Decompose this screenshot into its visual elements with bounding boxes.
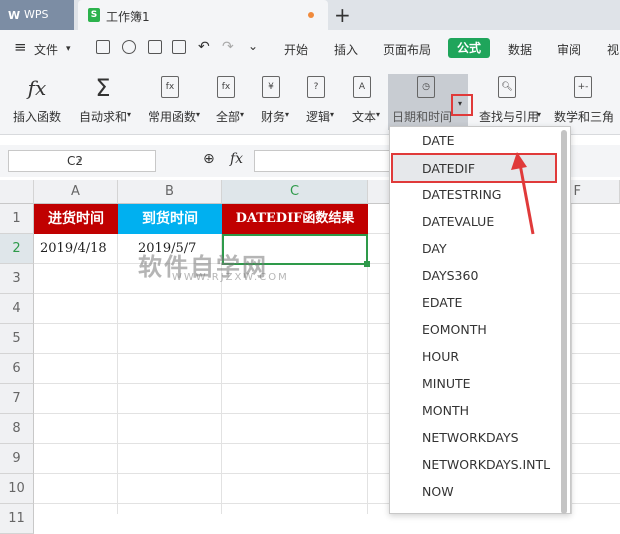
autosum-arrow-icon[interactable]: ▾ [127,110,131,119]
print-icon[interactable] [148,40,162,54]
lookup-label: 查找与引用 [478,110,539,124]
quick-access-more-icon[interactable]: ⌄ [248,39,258,53]
tab-view[interactable]: 视 [607,41,619,58]
column-header-a[interactable]: A [34,180,118,204]
text-arrow-icon[interactable]: ▾ [376,110,380,119]
tab-page-layout[interactable]: 页面布局 [383,41,431,58]
common-functions-button[interactable]: fx 常用函数 [140,68,204,130]
red-pointer-arrow-icon [511,152,535,235]
math-trig-icon: +- [574,76,596,100]
text-functions-icon: A [353,76,375,100]
fx-icon[interactable]: fx [230,151,243,167]
file-dropdown-arrow-icon[interactable]: ▾ [66,44,71,54]
menu-item-now[interactable]: NOW [389,478,557,505]
undo-icon[interactable]: ↶ [198,39,210,55]
print-preview-icon[interactable] [172,40,186,54]
math-trig-button[interactable]: +- 数学和三角 [550,68,620,130]
date-time-dropdown-arrow[interactable]: ▾ [451,94,473,116]
fill-handle[interactable] [364,261,370,267]
column-header-c[interactable]: C [222,180,368,204]
name-box-arrow-icon[interactable]: ▾ [9,156,151,165]
cell-c1[interactable]: DATEDIF函数结果 [222,204,368,234]
tab-insert[interactable]: 插入 [334,41,358,58]
date-time-arrow-icon: ▾ [458,99,463,108]
menu-item-hour[interactable]: HOUR [389,343,557,370]
sigma-icon: Σ [95,74,111,102]
cell-a1[interactable]: 进货时间 [34,204,118,234]
wps-home-tab[interactable]: W WPS [0,0,74,30]
name-box[interactable]: C2 ▾ [8,150,156,172]
row-header-6[interactable]: 6 [0,354,34,384]
common-functions-label: 常用函数 [147,110,196,124]
spreadsheet-icon: S [88,8,100,22]
row-header-1[interactable]: 1 [0,204,34,234]
row-header-3[interactable]: 3 [0,264,34,294]
lookup-arrow-icon[interactable]: ▾ [537,110,541,119]
lookup-icon: 🔍︎ [498,76,520,100]
all-functions-icon: fx [217,76,239,100]
menu-scrollbar[interactable] [561,130,567,514]
math-trig-label: 数学和三角 [554,110,615,124]
watermark-url: WWW.RJZXW.COM [172,272,289,283]
row-header-5[interactable]: 5 [0,324,34,354]
lookup-button[interactable]: 🔍︎ 查找与引用 [474,68,544,130]
fx-icon: fx [27,76,47,100]
document-tab-label: 工作簿1 [106,10,150,24]
autosum-label: 自动求和 [78,110,127,124]
tab-formula[interactable]: 公式 [448,38,490,58]
select-all-corner[interactable] [0,180,34,204]
financial-icon: ¥ [262,76,284,100]
logical-button[interactable]: ? 逻辑 [298,68,338,130]
text-functions-button[interactable]: A 文本 [344,68,384,130]
row-header-11[interactable]: 11 [0,504,34,534]
wps-logo-icon: W [8,9,21,22]
clock-icon: ◷ [417,76,439,100]
gridline [571,204,572,514]
common-functions-icon: fx [161,76,183,100]
unsaved-dot-icon [308,12,314,18]
formula-input[interactable] [254,150,394,172]
all-functions-button[interactable]: fx 全部 [208,68,248,130]
save-icon[interactable] [96,40,110,54]
cell-a2[interactable]: 2019/4/18 [40,234,118,264]
menu-item-networkdays[interactable]: NETWORKDAYS [389,424,557,451]
redo-icon[interactable]: ↷ [222,39,234,55]
all-arrow-icon[interactable]: ▾ [240,110,244,119]
financial-button[interactable]: ¥ 财务 [253,68,293,130]
menu-bar: ≡ 文件 ▾ ↶ ↷ ⌄ 开始 插入 页面布局 公式 数据 审阅 视 [0,30,620,68]
row-header-10[interactable]: 10 [0,474,34,504]
menu-item-month[interactable]: MONTH [389,397,557,424]
export-icon[interactable] [122,40,136,54]
menu-file[interactable]: 文件 [34,41,58,58]
column-header-b[interactable]: B [118,180,222,204]
zoom-icon[interactable]: ⊕ [203,151,215,167]
tab-review[interactable]: 审阅 [557,41,581,58]
menu-item-edate[interactable]: EDATE [389,289,557,316]
row-header-2[interactable]: 2 [0,234,34,264]
cell-b1[interactable]: 到货时间 [118,204,222,234]
autosum-button[interactable]: Σ 自动求和 [72,68,134,130]
insert-function-label: 插入函数 [12,110,61,124]
menu-item-days360[interactable]: DAYS360 [389,262,557,289]
row-header-7[interactable]: 7 [0,384,34,414]
menu-item-networkdays-intl[interactable]: NETWORKDAYS.INTL [389,451,557,478]
row-header-4[interactable]: 4 [0,294,34,324]
menu-item-eomonth[interactable]: EOMONTH [389,316,557,343]
menu-item-minute[interactable]: MINUTE [389,370,557,397]
common-functions-arrow-icon[interactable]: ▾ [196,110,200,119]
document-tab[interactable]: S 工作簿1 [78,0,328,30]
hamburger-icon[interactable]: ≡ [14,38,27,56]
new-tab-button[interactable]: + [334,3,351,27]
wps-tab-label: WPS [24,8,49,21]
tab-data[interactable]: 数据 [508,41,532,58]
ribbon-formula: fx 插入函数 Σ 自动求和 fx 常用函数 fx 全部 ¥ 财务 ? 逻辑 A… [0,68,620,135]
logical-arrow-icon[interactable]: ▾ [330,110,334,119]
row-header-8[interactable]: 8 [0,414,34,444]
insert-function-button[interactable]: fx 插入函数 [8,68,66,130]
tab-home[interactable]: 开始 [284,41,308,58]
financial-arrow-icon[interactable]: ▾ [285,110,289,119]
logical-icon: ? [307,76,329,100]
row-header-9[interactable]: 9 [0,444,34,474]
